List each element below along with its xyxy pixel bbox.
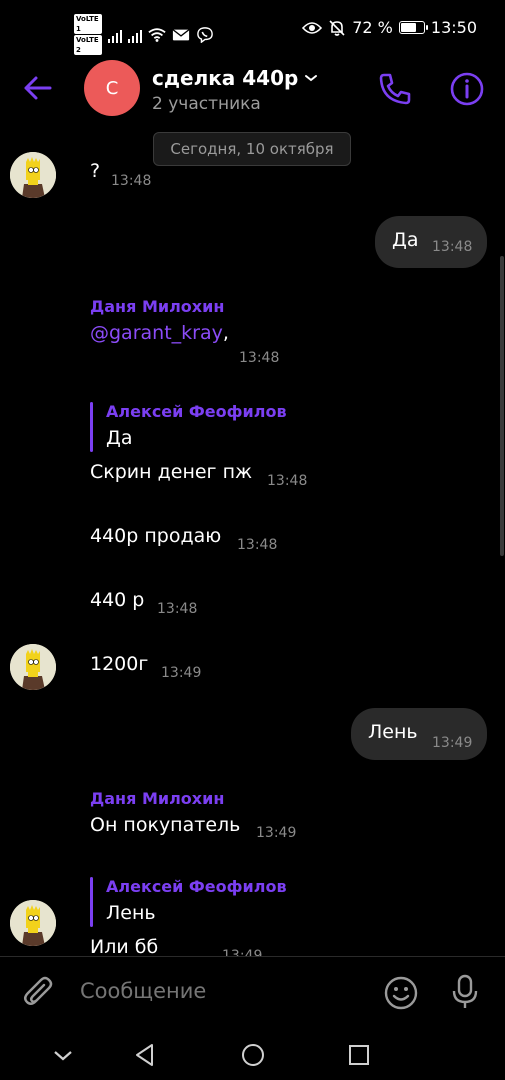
avatar-image	[10, 152, 56, 198]
avatar-image	[10, 644, 56, 690]
chat-title-text: сделка 440р	[152, 66, 299, 90]
outgoing-bubble[interactable]: Лень 13:49	[351, 708, 487, 760]
chevron-down-icon	[305, 75, 318, 82]
mail-icon	[172, 28, 190, 40]
message-text: ?	[90, 160, 101, 182]
paperclip-icon[interactable]	[22, 975, 56, 1011]
message-text: Лень	[368, 721, 418, 743]
message-input[interactable]	[80, 979, 370, 1003]
mention-link[interactable]: @garant_kray	[90, 322, 223, 344]
group-avatar[interactable]: С	[84, 60, 140, 116]
avatar[interactable]	[10, 644, 56, 690]
chat-header: С сделка 440р 2 участника	[0, 58, 505, 120]
volte-1-badge: VoLTE 1	[74, 14, 102, 34]
viber-icon	[197, 26, 213, 43]
avatar-image	[10, 900, 56, 946]
message-time: 13:48	[239, 350, 280, 366]
quote-author[interactable]: Алексей Феофилов	[106, 877, 287, 896]
battery-percent: 72 %	[352, 18, 393, 37]
battery-icon	[398, 21, 428, 34]
bell-off-icon	[329, 19, 345, 36]
quote-author[interactable]: Алексей Феофилов	[106, 402, 287, 421]
sender-name[interactable]: Даня Милохин	[90, 297, 224, 316]
date-separator: Сегодня, 10 октября	[153, 132, 351, 166]
quote-text: Лень	[106, 902, 156, 924]
phone-icon[interactable]	[376, 70, 414, 108]
message-time: 13:49	[222, 948, 263, 956]
quote-bar	[90, 402, 93, 452]
message-text: 440р продаю	[90, 525, 222, 547]
message-time: 13:49	[256, 825, 297, 841]
eye-icon	[302, 21, 323, 34]
quote-text: Да	[106, 427, 133, 449]
message-time: 13:49	[432, 735, 473, 751]
nav-back-icon[interactable]	[132, 1042, 158, 1068]
message-text: Или бб	[90, 936, 159, 956]
message-time: 13:48	[111, 173, 152, 189]
chat-title[interactable]: сделка 440р	[152, 66, 318, 90]
clock: 13:50	[430, 18, 477, 37]
message-text: Скрин денег пж	[90, 461, 253, 483]
nav-home-icon[interactable]	[240, 1042, 266, 1068]
message-time: 13:48	[157, 601, 198, 617]
outgoing-bubble[interactable]: Да 13:48	[375, 216, 487, 268]
emoji-icon[interactable]	[383, 975, 419, 1011]
message-time: 13:48	[267, 473, 308, 489]
info-icon[interactable]	[448, 70, 486, 108]
avatar[interactable]	[10, 152, 56, 198]
message-text: 440 р	[90, 589, 145, 611]
microphone-icon[interactable]	[448, 973, 482, 1011]
avatar[interactable]	[10, 900, 56, 946]
volte-indicators: VoLTE 1 VoLTE 2	[74, 14, 102, 55]
message-text: Да	[392, 229, 419, 251]
message-list[interactable]: Сегодня, 10 октября ? 13:48 Да 13:48 Дан…	[0, 120, 505, 956]
system-nav-bar	[0, 1030, 505, 1080]
message-time: 13:48	[237, 537, 278, 553]
quote-bar	[90, 877, 93, 927]
message-composer	[0, 956, 505, 1030]
chat-subtitle: 2 участника	[152, 94, 261, 114]
volte-2-badge: VoLTE 2	[74, 35, 102, 55]
nav-hide-icon[interactable]	[50, 1042, 76, 1068]
message-time: 13:48	[432, 239, 473, 255]
message-time: 13:49	[161, 665, 202, 681]
message-text: 1200г	[90, 653, 149, 675]
message-text: @garant_kray,	[90, 322, 229, 344]
sender-name[interactable]: Даня Милохин	[90, 789, 224, 808]
nav-recents-icon[interactable]	[346, 1042, 372, 1068]
scrollbar[interactable]	[500, 256, 504, 556]
message-text: Он покупатель	[90, 814, 241, 836]
message-suffix: ,	[222, 322, 229, 344]
status-bar: VoLTE 1 VoLTE 2 72 % 13:50	[0, 0, 505, 58]
wifi-icon	[148, 27, 166, 42]
back-arrow-icon[interactable]	[20, 70, 56, 106]
signal-icon	[108, 27, 122, 43]
signal-icon	[128, 27, 142, 43]
